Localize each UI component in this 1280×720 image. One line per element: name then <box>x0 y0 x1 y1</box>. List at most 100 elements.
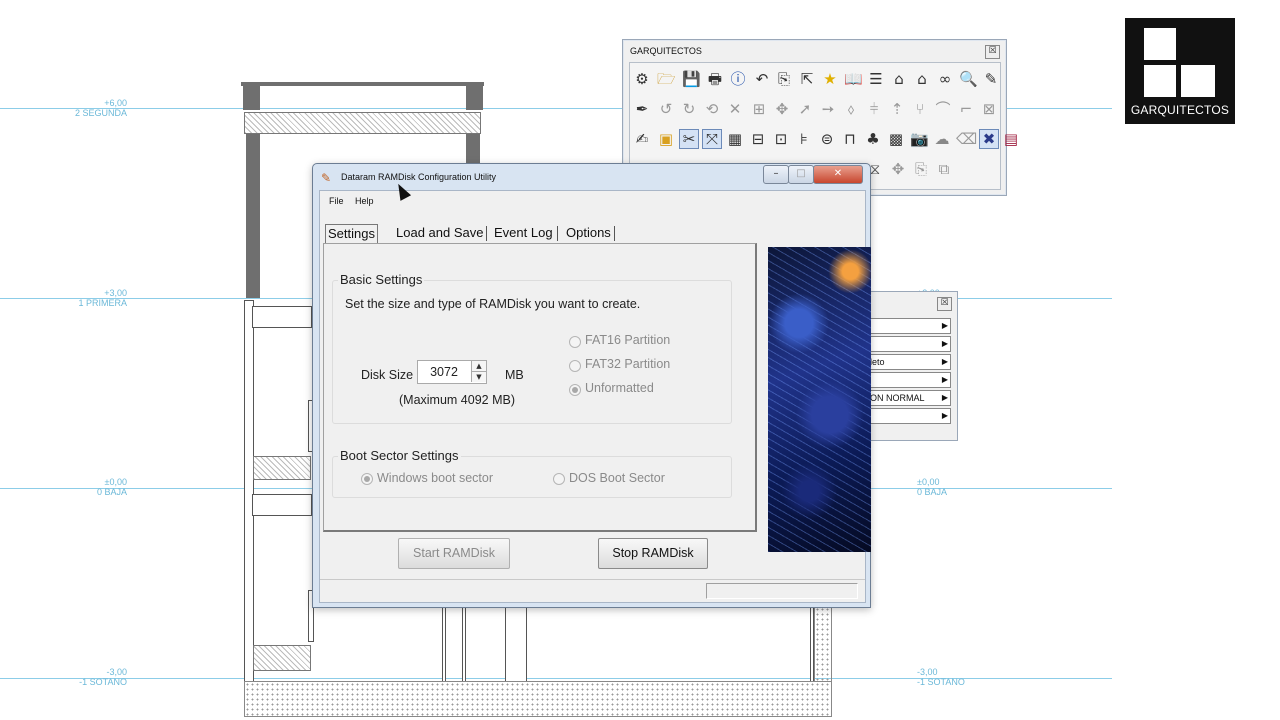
print-icon[interactable]: 🖶 <box>706 70 724 88</box>
stairs-icon[interactable]: ⊧ <box>795 130 813 148</box>
tab-load-and-save[interactable]: Load and Save <box>394 224 485 242</box>
camera-icon[interactable]: 📷 <box>910 130 929 148</box>
chevron-right-icon: ▶ <box>941 339 948 348</box>
cursor-icon[interactable]: ⇱ <box>798 70 816 88</box>
windows-boot-label: Windows boot sector <box>377 471 494 485</box>
column-icon[interactable]: ⊓ <box>841 130 859 148</box>
extend-icon[interactable]: ⤧ <box>702 129 722 149</box>
block-icon[interactable]: ▣ <box>657 130 675 148</box>
refresh-icon[interactable]: ⟲ <box>703 100 721 118</box>
slab <box>253 456 311 480</box>
pencil-icon[interactable]: ✎ <box>982 70 1000 88</box>
tab-event-log[interactable]: Event Log <box>492 224 555 242</box>
basic-settings-heading: Basic Settings <box>338 272 425 287</box>
spin-down-icon[interactable]: ▼ <box>471 372 486 382</box>
toolbar-close-button[interactable]: ☒ <box>985 45 1000 59</box>
column <box>466 84 483 110</box>
logo-square <box>1181 65 1215 97</box>
layers-icon[interactable]: ☰ <box>867 70 885 88</box>
door-icon[interactable]: ⊡ <box>772 130 790 148</box>
disk-size-input[interactable]: 3072 <box>418 361 470 383</box>
ramdisk-window[interactable]: ✎ Dataram RAMDisk Configuration Utility … <box>312 163 871 608</box>
table-icon[interactable]: ▦ <box>726 130 744 148</box>
copy-icon[interactable]: ⎘ <box>912 160 930 178</box>
cloud-icon[interactable]: ☁ <box>933 130 951 148</box>
status-bar <box>320 579 865 602</box>
foundation <box>244 681 832 717</box>
rotate-right-icon[interactable]: ↻ <box>680 100 698 118</box>
beam-icon[interactable]: ⊜ <box>818 130 836 148</box>
logo-text: GARQUITECTOS <box>1130 103 1230 117</box>
slab <box>253 645 311 671</box>
building-icon[interactable]: ⌂ <box>913 70 931 88</box>
panel-menu-item[interactable]: ▶ <box>869 372 951 388</box>
star-icon[interactable]: ★ <box>821 70 839 88</box>
zoom-icon[interactable]: 🔍 <box>959 70 978 88</box>
panel-close-button[interactable]: ☒ <box>937 297 952 311</box>
minimize-button[interactable]: – <box>763 165 789 184</box>
link-icon[interactable]: ∞ <box>936 70 954 88</box>
delete-icon[interactable]: ✕ <box>726 100 744 118</box>
up-arrow-icon[interactable]: ⇡ <box>888 100 906 118</box>
fat16-label: FAT16 Partition <box>585 333 671 347</box>
level-label: -3,00 -1 SOTANO <box>79 667 127 687</box>
gear-icon[interactable]: ⚙ <box>633 70 651 88</box>
corner-icon[interactable]: ⌐ <box>957 100 975 118</box>
copy-icon[interactable]: ⧉ <box>935 160 953 178</box>
branch-icon[interactable]: ⑂ <box>911 100 929 118</box>
chevron-right-icon: ▶ <box>941 357 948 366</box>
open-folder-icon[interactable]: 🗁 <box>657 70 676 88</box>
split-icon[interactable]: ⫩ <box>865 100 883 118</box>
unformatted-radio[interactable] <box>569 384 581 396</box>
spin-up-icon[interactable]: ▲ <box>471 361 486 372</box>
windows-boot-radio[interactable] <box>361 473 373 485</box>
menu-file[interactable]: File <box>329 196 344 206</box>
stop-ramdisk-button[interactable]: Stop RAMDisk <box>598 538 708 569</box>
house-icon[interactable]: ⌂ <box>890 70 908 88</box>
panel-menu-item[interactable]: ON NORMAL ▶ <box>869 390 951 406</box>
menu-help[interactable]: Help <box>355 196 374 206</box>
panel-menu-item[interactable]: ▶ <box>869 318 951 334</box>
move-icon[interactable]: ✥ <box>889 160 907 178</box>
panel-menu-item[interactable]: ▶ <box>869 408 951 424</box>
undo-icon[interactable]: ↶ <box>753 70 771 88</box>
grid-icon[interactable]: ⊠ <box>980 100 998 118</box>
slab <box>244 112 481 134</box>
tree-icon[interactable]: ♣ <box>864 130 882 148</box>
cross-tool-icon[interactable]: ✖ <box>979 129 999 149</box>
arrow-icon[interactable]: ➚ <box>796 100 814 118</box>
start-ramdisk-button[interactable]: Start RAMDisk <box>398 538 510 569</box>
save-icon[interactable]: 💾 <box>682 70 701 88</box>
align-icon[interactable]: ⊞ <box>750 100 768 118</box>
book-icon[interactable]: 📖 <box>844 70 863 88</box>
diamond-icon[interactable]: ⬨ <box>842 100 860 118</box>
pen-icon[interactable]: ✒ <box>633 100 651 118</box>
copy-icon[interactable]: ⎘ <box>775 70 793 88</box>
trim-icon[interactable]: ✂ <box>679 129 699 149</box>
tab-options[interactable]: Options <box>564 224 613 242</box>
close-button[interactable]: ✕ <box>813 165 863 184</box>
curve-icon[interactable]: ⌒ <box>934 100 952 118</box>
book-red-icon[interactable]: ▤ <box>1002 130 1020 148</box>
disk-size-stepper[interactable]: 3072 ▲ ▼ <box>417 360 487 384</box>
eraser-icon[interactable]: ⌫ <box>956 130 977 148</box>
fat32-radio[interactable] <box>569 360 581 372</box>
maximum-size-label: (Maximum 4092 MB) <box>399 393 515 407</box>
image-icon[interactable]: ▩ <box>887 130 905 148</box>
arrow-icon[interactable]: ➙ <box>819 100 837 118</box>
move-icon[interactable]: ✥ <box>773 100 791 118</box>
panel-menu-item[interactable]: leto ▶ <box>869 354 951 370</box>
rotate-left-icon[interactable]: ↺ <box>657 100 675 118</box>
tab-settings[interactable]: Settings <box>325 224 378 243</box>
fat32-label: FAT32 Partition <box>585 357 671 371</box>
circuit-board-image <box>768 247 871 552</box>
info-icon[interactable]: ⓘ <box>729 70 747 88</box>
panel-menu-item[interactable]: ▶ <box>869 336 951 352</box>
edit-icon[interactable]: ✍ <box>633 130 651 148</box>
dos-boot-radio[interactable] <box>553 473 565 485</box>
window-icon[interactable]: ⊟ <box>749 130 767 148</box>
roof-slab <box>241 82 484 86</box>
wall <box>462 606 466 682</box>
fat16-radio[interactable] <box>569 336 581 348</box>
maximize-button[interactable]: □ <box>788 165 814 184</box>
